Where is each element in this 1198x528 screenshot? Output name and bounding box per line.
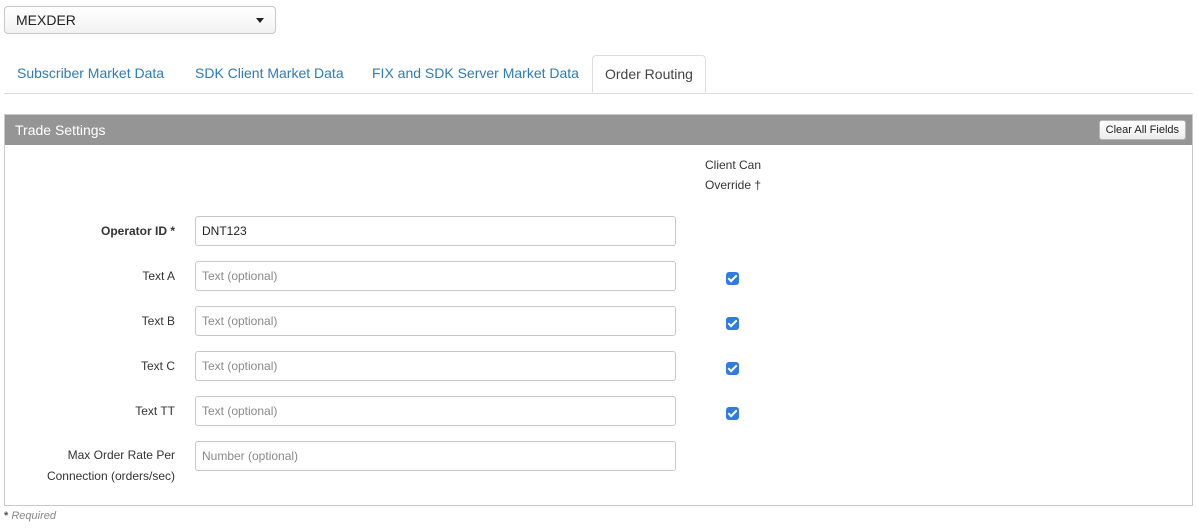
text-c-field[interactable]	[195, 351, 676, 381]
panel-title: Trade Settings	[15, 122, 106, 138]
operator-id-label: Operator ID *	[100, 224, 175, 238]
required-text: Required	[11, 510, 56, 522]
required-star: *	[4, 510, 9, 522]
exchange-select[interactable]: MEXDER	[4, 6, 276, 34]
clear-all-fields-button[interactable]: Clear All Fields	[1098, 120, 1186, 140]
operator-id-field[interactable]	[195, 216, 676, 246]
text-a-label: Text A	[142, 269, 175, 283]
text-tt-override-checkbox[interactable]	[726, 407, 739, 420]
max-order-rate-label-line1: Max Order Rate Per	[67, 448, 175, 462]
client-can-override-header: Client Can Override †	[705, 155, 785, 195]
panel-header: Trade Settings Clear All Fields	[5, 115, 1192, 145]
tab-fix-sdk-server-market-data[interactable]: FIX and SDK Server Market Data	[372, 55, 579, 93]
tab-bar: Subscriber Market Data SDK Client Market…	[4, 55, 1193, 94]
column-header-line2: Override †	[705, 178, 762, 192]
text-b-field[interactable]	[195, 306, 676, 336]
required-note: * Required	[4, 510, 56, 522]
text-a-field[interactable]	[195, 261, 676, 291]
text-c-override-checkbox[interactable]	[726, 362, 739, 375]
tab-sdk-client-market-data[interactable]: SDK Client Market Data	[195, 55, 344, 93]
exchange-select-value: MEXDER	[16, 12, 76, 28]
tab-order-routing[interactable]: Order Routing	[592, 55, 706, 93]
max-order-rate-label-line2: Connection (orders/sec)	[46, 469, 175, 483]
tab-subscriber-market-data[interactable]: Subscriber Market Data	[17, 55, 164, 93]
trade-settings-panel: Trade Settings Clear All Fields Client C…	[4, 114, 1193, 506]
column-header-line1: Client Can	[705, 158, 762, 172]
text-b-label: Text B	[141, 314, 175, 328]
text-c-label: Text C	[140, 359, 175, 373]
max-order-rate-field[interactable]	[195, 441, 676, 471]
text-tt-field[interactable]	[195, 396, 676, 426]
text-tt-label: Text TT	[135, 404, 175, 418]
text-a-override-checkbox[interactable]	[726, 272, 739, 285]
text-b-override-checkbox[interactable]	[726, 317, 739, 330]
chevron-down-icon	[256, 18, 264, 23]
